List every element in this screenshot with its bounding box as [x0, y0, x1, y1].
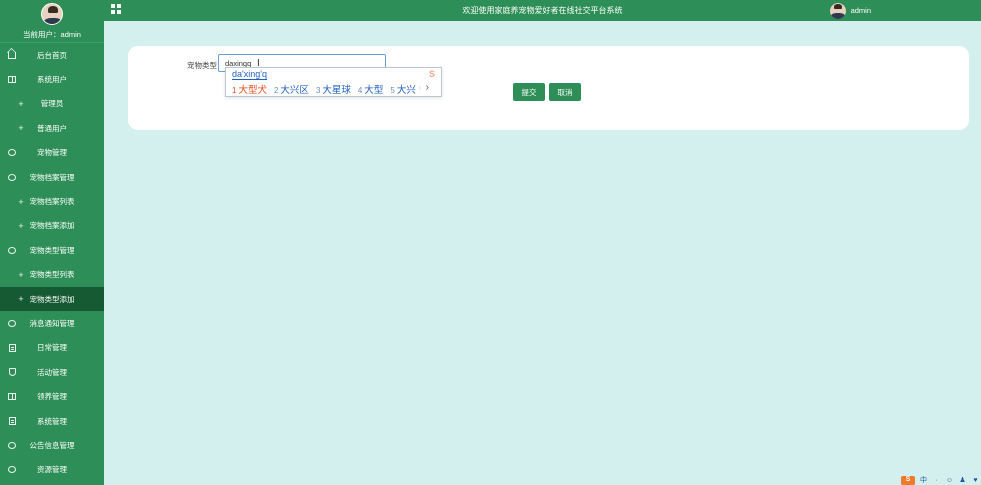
sidebar-item-label: 系统用户 — [37, 75, 67, 85]
ime-candidate[interactable]: 1 大型犬 — [232, 82, 267, 96]
sidebar-menu: 后台首页 系统用户 + 管理员 + 普通用户 宠物管理 宠物档案管理 + 宠物档案列表… — [0, 43, 104, 482]
avatar[interactable] — [829, 2, 846, 19]
ime-candidate[interactable]: 4 大型 — [358, 82, 383, 96]
sidebar-item-pet-management[interactable]: 宠物管理 — [0, 141, 104, 165]
sidebar-item-label: 宠物档案管理 — [29, 172, 75, 182]
sidebar-item-normal-users[interactable]: + 普通用户 — [0, 116, 104, 140]
sidebar-item-label: 宠物档案添加 — [29, 221, 75, 231]
current-user-label: 当前用户：admin — [23, 30, 81, 39]
ime-candidate-popup: da'xing'q S 1 大型犬 2 大兴区 3 大星球 4 大型 5 大兴 ‹ › — [225, 67, 442, 97]
language-toggle[interactable]: 中 — [919, 477, 928, 485]
avatar[interactable] — [41, 3, 63, 25]
emoji-icon[interactable]: ☺ — [945, 477, 954, 485]
sidebar-item-system-users[interactable]: 系统用户 — [0, 67, 104, 91]
submit-button[interactable]: 提交 — [513, 83, 545, 101]
sidebar-item-label: 宠物档案列表 — [29, 197, 75, 207]
sidebar-item-label: 消息通知管理 — [29, 318, 75, 328]
sidebar-item-system-management[interactable]: 系统管理 — [0, 409, 104, 433]
ime-page-dot-icon: ‹ — [418, 83, 421, 92]
sidebar-item-pet-type-list[interactable]: + 宠物类型列表 — [0, 263, 104, 287]
top-username: admin — [850, 6, 871, 15]
sidebar-item-pet-type-management[interactable]: 宠物类型管理 — [0, 238, 104, 262]
sidebar-item-resource-management[interactable]: 资源管理 — [0, 458, 104, 482]
sidebar: 当前用户：admin 后台首页 系统用户 + 管理员 + 普通用户 宠物管理 宠物档… — [0, 0, 104, 485]
sidebar-item-admins[interactable]: + 管理员 — [0, 92, 104, 116]
sidebar-item-pet-archive-list[interactable]: + 宠物档案列表 — [0, 189, 104, 213]
sidebar-item-daily-management[interactable]: 日常管理 — [0, 336, 104, 360]
ime-candidate[interactable]: 2 大兴区 — [274, 82, 309, 96]
sidebar-item-announcement-management[interactable]: 公告信息管理 — [0, 433, 104, 457]
sidebar-item-pet-type-add[interactable]: + 宠物类型添加 — [0, 286, 104, 312]
sidebar-item-pet-archive-management[interactable]: 宠物档案管理 — [0, 165, 104, 189]
user-icon[interactable]: ♟ — [958, 477, 967, 485]
sidebar-item-label: 领养管理 — [37, 392, 67, 402]
ime-candidate-list: 1 大型犬 2 大兴区 3 大星球 4 大型 5 大兴 — [232, 82, 423, 96]
ime-candidate[interactable]: 3 大星球 — [316, 82, 351, 96]
sidebar-item-label: 公告信息管理 — [29, 440, 75, 450]
sogou-logo-icon: S — [428, 69, 435, 79]
sidebar-item-label: 管理员 — [40, 99, 64, 109]
sidebar-item-dashboard[interactable]: 后台首页 — [0, 43, 104, 67]
sidebar-item-label: 普通用户 — [37, 123, 67, 133]
sidebar-item-label: 宠物类型添加 — [29, 294, 75, 304]
sidebar-item-pet-archive-add[interactable]: + 宠物档案添加 — [0, 214, 104, 238]
sidebar-item-notification-management[interactable]: 消息通知管理 — [0, 311, 104, 335]
sidebar-item-label: 系统管理 — [37, 416, 67, 426]
sidebar-item-adoption-management[interactable]: 领养管理 — [0, 384, 104, 408]
sidebar-item-label: 宠物类型管理 — [29, 245, 75, 255]
sidebar-item-activity-management[interactable]: 活动管理 — [0, 360, 104, 384]
pet-type-label: 宠物类型 — [187, 61, 217, 70]
top-header: 欢迎使用家庭养宠物爱好者在线社交平台系统 admin — [104, 0, 981, 21]
sogou-ime-icon[interactable]: S — [901, 476, 915, 485]
ime-next-page-button[interactable]: › — [426, 82, 429, 93]
sidebar-item-label: 宠物管理 — [37, 148, 67, 158]
ime-status-tray: S 中 · ☺ ♟ ♥ — [897, 475, 981, 485]
skin-icon[interactable]: ♥ — [971, 477, 980, 485]
sidebar-item-label: 日常管理 — [37, 343, 67, 353]
sidebar-item-label: 后台首页 — [37, 50, 67, 60]
punctuation-icon[interactable]: · — [932, 477, 941, 485]
sidebar-item-label: 活动管理 — [37, 367, 67, 377]
sidebar-item-label: 资源管理 — [37, 465, 67, 475]
sidebar-user: 当前用户：admin — [0, 3, 104, 43]
ime-candidate[interactable]: 5 大兴 — [390, 82, 415, 96]
top-user-menu[interactable]: admin — [829, 0, 871, 21]
cancel-button[interactable]: 取消 — [549, 83, 581, 101]
sidebar-item-label: 宠物类型列表 — [29, 270, 75, 280]
ime-composition: da'xing'q — [232, 69, 267, 80]
